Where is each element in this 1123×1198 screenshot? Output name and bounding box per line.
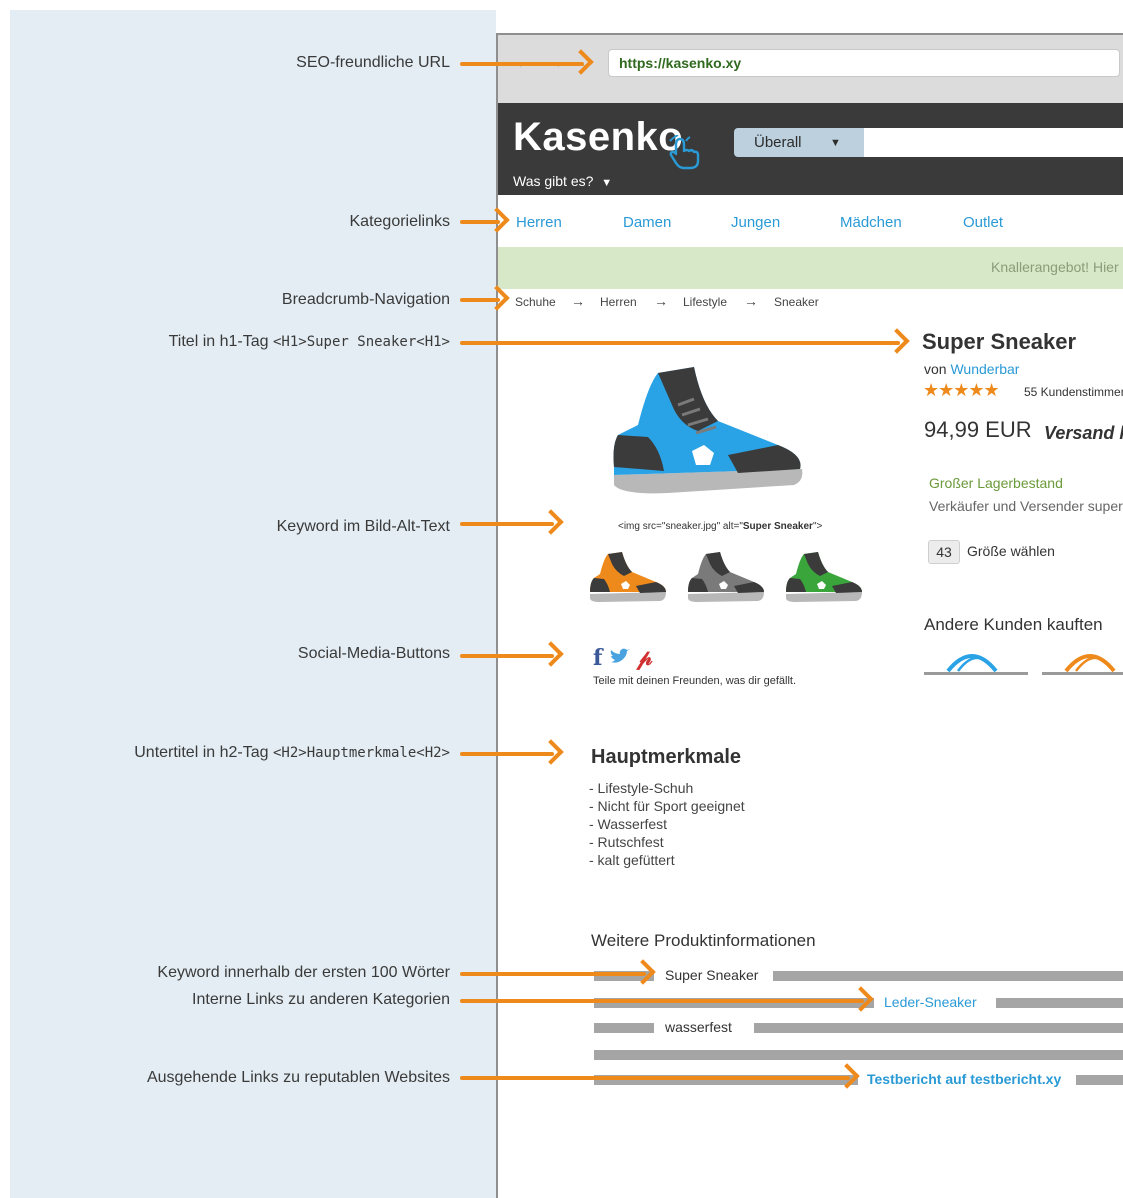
- arrow-internal-links: [460, 999, 864, 1003]
- image-alt-caption: <img src="sneaker.jpg" alt="Super Sneake…: [618, 521, 822, 532]
- breadcrumb-item-herren[interactable]: Herren: [600, 295, 637, 309]
- stock-status: Großer Lagerbestand: [929, 475, 1063, 491]
- feature-item: - Rutschfest: [589, 834, 664, 850]
- annotation-h2-code: <H2>Hauptmerkmale<H2>: [272, 745, 450, 761]
- text-placeholder-bar: [1076, 1075, 1123, 1085]
- arrow-social-buttons: [460, 654, 554, 658]
- categories-menu-label: Was gibt es?: [513, 173, 594, 189]
- feature-item: - kalt gefüttert: [589, 852, 675, 868]
- arrow-seo-url: [460, 62, 584, 66]
- pointer-hand-icon: [669, 135, 700, 170]
- arrow-h2-subtitle: [460, 752, 554, 756]
- internal-link[interactable]: Leder-Sneaker: [884, 994, 977, 1010]
- categories-menu[interactable]: Was gibt es? ▼: [513, 173, 612, 189]
- brand-link[interactable]: Wunderbar: [950, 361, 1019, 377]
- related-products-images[interactable]: [924, 643, 1123, 677]
- arrow-outbound-links: [460, 1076, 850, 1080]
- search-scope-label: Überall: [754, 134, 802, 151]
- alt-code-pre: <img src="sneaker.jpg" alt=": [618, 521, 743, 532]
- browser-window: ← → → https://kasenko.xy Kasenko Überall…: [496, 33, 1123, 1198]
- share-text: Teile mit deinen Freunden, was dir gefäl…: [593, 675, 796, 687]
- text-placeholder-bar: [594, 1023, 654, 1033]
- product-price: 94,99 EUR: [924, 417, 1032, 442]
- star-rating-icon[interactable]: ★★★★★: [923, 380, 1000, 401]
- browser-toolbar: ← → → https://kasenko.xy: [498, 35, 1123, 103]
- seller-info: Verkäufer und Versender super: [929, 498, 1123, 514]
- social-buttons: f 𝓅: [593, 645, 652, 671]
- alt-code-post: ">: [812, 521, 823, 532]
- annotation-alt-keyword: Keyword im Bild-Alt-Text: [276, 518, 450, 535]
- promo-banner[interactable]: Knallerangebot! Hier: [498, 247, 1123, 289]
- product-title: Super Sneaker: [922, 329, 1077, 354]
- annotation-category-links: Kategorielinks: [349, 213, 451, 230]
- features-heading: Hauptmerkmale: [591, 746, 742, 768]
- thumbnail-orange[interactable]: [588, 550, 668, 602]
- site-logo[interactable]: Kasenko: [513, 115, 683, 160]
- search-scope-select[interactable]: Überall ▼: [734, 128, 864, 157]
- annotation-keyword-first-100: Keyword innerhalb der ersten 100 Wörter: [157, 964, 450, 981]
- annotation-h1-code: <H1>Super Sneaker<H1>: [272, 334, 450, 350]
- category-link-damen[interactable]: Damen: [623, 214, 671, 231]
- category-link-herren[interactable]: Herren: [516, 214, 562, 231]
- annotation-h1-title: Titel in h1-Tag <H1>Super Sneaker<H1>: [169, 332, 450, 352]
- byline-prefix: von: [924, 361, 947, 377]
- category-link-jungen[interactable]: Jungen: [731, 214, 780, 231]
- feature-item: - Nicht für Sport geeignet: [589, 798, 745, 814]
- annotation-h2-subtitle: Untertitel in h2-Tag <H2>Hauptmerkmale<H…: [134, 743, 450, 763]
- annotation-outbound-links: Ausgehende Links zu reputablen Websites: [146, 1069, 450, 1086]
- search-input[interactable]: [864, 128, 1123, 157]
- pinterest-icon[interactable]: 𝓅: [637, 645, 653, 671]
- address-bar[interactable]: https://kasenko.xy: [608, 49, 1120, 77]
- category-link-outlet[interactable]: Outlet: [963, 214, 1003, 231]
- annotation-breadcrumb: Breadcrumb-Navigation: [281, 291, 450, 308]
- annotation-h2-prefix: Untertitel in h2-Tag: [134, 744, 269, 761]
- annotation-panel: [10, 10, 496, 1198]
- annotation-h1-prefix: Titel in h1-Tag: [168, 333, 269, 350]
- breadcrumb-arrow-icon: →: [571, 293, 585, 309]
- annotation-internal-links: Interne Links zu anderen Kategorien: [192, 991, 450, 1008]
- also-bought-heading: Andere Kunden kauften: [924, 615, 1103, 634]
- breadcrumb-item-sneaker: Sneaker: [774, 295, 819, 309]
- breadcrumb-arrow-icon: →: [654, 293, 668, 309]
- arrow-category-links: [460, 220, 500, 224]
- shipping-info: Versand kostenlos: [1044, 423, 1123, 443]
- word-text: wasserfest: [665, 1019, 732, 1035]
- feature-item: - Lifestyle-Schuh: [589, 780, 694, 796]
- thumbnail-green[interactable]: [784, 550, 864, 602]
- text-placeholder-bar: [594, 1050, 1123, 1060]
- thumbnail-grey[interactable]: [686, 550, 766, 602]
- product-byline: von Wunderbar: [924, 361, 1019, 377]
- sneaker-main-image[interactable]: [608, 365, 808, 495]
- annotation-seo-url: SEO-freundliche URL: [296, 54, 450, 71]
- chevron-down-icon: ▼: [830, 137, 841, 149]
- text-placeholder-bar: [996, 998, 1123, 1008]
- alt-keyword: Super Sneaker: [742, 521, 813, 532]
- breadcrumb-item-schuhe[interactable]: Schuhe: [515, 295, 556, 309]
- url-text: https://kasenko.xy: [619, 55, 742, 71]
- category-link-maedchen[interactable]: Mädchen: [840, 214, 902, 231]
- more-info-heading: Weitere Produktinformationen: [591, 931, 816, 950]
- review-count[interactable]: 55 Kundenstimmen: [1024, 385, 1123, 399]
- breadcrumb-arrow-icon: →: [744, 293, 758, 309]
- site-header: Kasenko Überall ▼ Was gibt es? ▼: [498, 103, 1123, 195]
- facebook-icon[interactable]: f: [593, 645, 602, 671]
- arrow-breadcrumb: [460, 298, 500, 302]
- promo-text: Knallerangebot! Hier: [991, 259, 1119, 275]
- size-badge[interactable]: 43: [928, 540, 960, 564]
- text-placeholder-bar: [754, 1023, 1123, 1033]
- arrow-alt-keyword: [460, 522, 554, 526]
- size-select-label[interactable]: Größe wählen: [967, 543, 1055, 559]
- feature-item: - Wasserfest: [589, 816, 668, 832]
- twitter-icon[interactable]: [609, 648, 631, 666]
- breadcrumb-item-lifestyle[interactable]: Lifestyle: [683, 295, 727, 309]
- keyword-text: Super Sneaker: [665, 967, 759, 983]
- arrow-h1-title: [460, 341, 900, 345]
- text-placeholder-bar: [773, 971, 1123, 981]
- annotation-social-buttons: Social-Media-Buttons: [297, 645, 450, 662]
- external-link[interactable]: Testbericht auf testbericht.xy: [867, 1071, 1061, 1087]
- caret-down-icon: ▼: [601, 177, 613, 189]
- arrow-keyword-first-100: [460, 972, 646, 976]
